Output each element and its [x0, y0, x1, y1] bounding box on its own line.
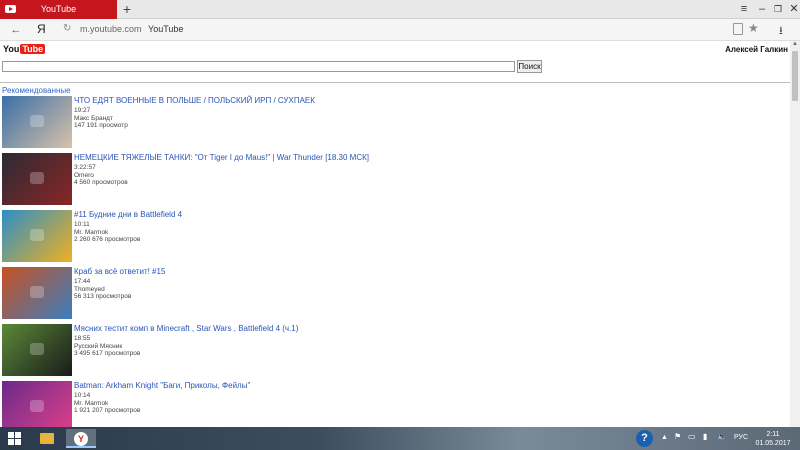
new-tab-button[interactable]: + — [120, 1, 134, 17]
back-arrow-icon[interactable]: ← — [8, 22, 24, 38]
video-duration: 10:11 — [74, 221, 90, 228]
language-indicator[interactable]: РУС — [734, 434, 748, 441]
play-icon — [30, 343, 44, 355]
clock[interactable]: 2:11 01.05.2017 — [752, 430, 794, 448]
clock-time: 2:11 — [766, 431, 780, 438]
logo-you: You — [3, 44, 20, 54]
video-thumbnail[interactable] — [2, 153, 72, 205]
video-title[interactable]: Краб за всё ответит! #15 — [74, 267, 165, 276]
video-title[interactable]: ЧТО ЕДЯТ ВОЕННЫЕ В ПОЛЬШЕ / ПОЛЬСКИЙ ИРП… — [74, 96, 315, 105]
video-title[interactable]: Мясних тестит комп в Minecraft , Star Wa… — [74, 324, 298, 333]
section-title[interactable]: Рекомендованные — [2, 86, 71, 95]
taskbar: Y ? ▲ ⚑ ▭ ▮ 🔈 РУС 2:11 01.05.2017 — [0, 427, 800, 450]
video-views: 1 921 207 просмотров — [74, 407, 141, 414]
star-icon[interactable]: ★ — [748, 21, 759, 35]
menu-icon[interactable]: ≡ — [736, 1, 752, 17]
video-views: 147 191 просмотр — [74, 122, 128, 129]
tab-youtube[interactable]: YouTube — [0, 0, 117, 19]
browser-tab-bar: YouTube + ≡ – ❐ ✕ — [0, 0, 800, 19]
video-item[interactable]: Краб за всё ответит! #15 17:44 Thomeyed 56 … — [2, 267, 702, 321]
flag-icon[interactable]: ⚑ — [674, 432, 681, 441]
download-icon[interactable]: ⭳ — [779, 22, 783, 41]
play-icon — [30, 400, 44, 412]
video-title[interactable]: НЕМЕЦКИЕ ТЯЖЕЛЫЕ ТАНКИ: "От Tiger I до M… — [74, 153, 369, 162]
yandex-browser-icon: Y — [74, 432, 88, 446]
taskbar-yandex-browser[interactable]: Y — [66, 429, 96, 448]
video-duration: 17:44 — [74, 278, 91, 285]
scrollbar[interactable]: ▲ — [790, 41, 800, 427]
page-content: You Tube Алексей Галкин Поиск Рекомендова… — [0, 41, 790, 427]
video-title[interactable]: Batman: Arkham Knight "Баги, Приколы, Фе… — [74, 381, 250, 390]
video-views: 56 313 просмотров — [74, 293, 132, 300]
video-thumbnail[interactable] — [2, 381, 72, 427]
video-channel: Mr. Marmok — [74, 399, 109, 407]
video-item[interactable]: #11 Будние дни в Battlefield 4 10:11 Mr. M… — [2, 210, 702, 264]
video-thumbnail[interactable] — [2, 96, 72, 148]
windows-start-icon[interactable] — [8, 432, 22, 446]
user-name[interactable]: Алексей Галкин — [725, 45, 788, 54]
minimize-icon[interactable]: – — [754, 1, 770, 17]
video-channel: Русский Мясник — [74, 342, 123, 350]
play-icon — [30, 229, 44, 241]
video-thumbnail[interactable] — [2, 210, 72, 262]
folder-icon — [40, 433, 54, 444]
close-icon[interactable]: ✕ — [786, 1, 800, 17]
volume-icon[interactable]: 🔈 — [717, 432, 727, 441]
reload-icon[interactable]: ↻ — [63, 23, 71, 34]
video-item[interactable]: НЕМЕЦКИЕ ТЯЖЕЛЫЕ ТАНКИ: "От Tiger I до M… — [2, 153, 702, 207]
battery-icon[interactable]: ▮ — [703, 432, 707, 441]
scrollbar-thumb[interactable] — [792, 51, 798, 101]
scroll-up-arrow-icon[interactable]: ▲ — [790, 41, 800, 49]
video-item[interactable]: ЧТО ЕДЯТ ВОЕННЫЕ В ПОЛЬШЕ / ПОЛЬСКИЙ ИРП… — [2, 96, 702, 150]
youtube-logo[interactable]: You Tube — [3, 44, 46, 54]
video-title[interactable]: #11 Будние дни в Battlefield 4 — [74, 210, 182, 219]
header-divider — [0, 82, 790, 83]
video-item[interactable]: Мясних тестит комп в Minecraft , Star Wa… — [2, 324, 702, 378]
search-button[interactable]: Поиск — [517, 60, 542, 73]
video-duration: 3:22:57 — [74, 164, 96, 171]
video-duration: 18:55 — [74, 335, 91, 342]
logo-tube: Tube — [20, 44, 46, 54]
video-thumbnail[interactable] — [2, 267, 72, 319]
url-page-title: YouTube — [148, 24, 184, 34]
video-views: 3 495 617 просмотров — [74, 350, 141, 357]
video-duration: 19:27 — [74, 107, 91, 114]
address-bar: ← Я ↻ m.youtube.com YouTube ★ ⭳ — [0, 19, 800, 41]
help-icon[interactable]: ? — [636, 430, 653, 447]
tab-title: YouTube — [40, 4, 77, 14]
video-channel: Omero — [74, 171, 94, 179]
yandex-button[interactable]: Я — [37, 22, 46, 36]
video-thumbnail[interactable] — [2, 324, 72, 376]
video-channel: Thomeyed — [74, 285, 105, 293]
video-views: 2 260 676 просмотров — [74, 236, 141, 243]
url-field[interactable]: m.youtube.com YouTube — [80, 24, 183, 34]
tray-expand-icon[interactable]: ▲ — [661, 434, 668, 441]
video-channel: Mr. Marmok — [74, 228, 109, 236]
play-icon — [30, 286, 44, 298]
video-channel: Макс Брандт — [74, 114, 113, 122]
network-icon[interactable]: ▭ — [688, 432, 696, 441]
restore-icon[interactable]: ❐ — [770, 1, 786, 17]
search-input[interactable] — [2, 61, 515, 72]
clock-date: 01.05.2017 — [755, 440, 791, 447]
taskbar-explorer[interactable] — [32, 429, 62, 448]
video-views: 4 560 просмотров — [74, 179, 128, 186]
play-icon — [30, 115, 44, 127]
video-item[interactable]: Batman: Arkham Knight "Баги, Приколы, Фе… — [2, 381, 702, 427]
page-protect-icon[interactable] — [733, 23, 743, 35]
video-duration: 10:14 — [74, 392, 91, 399]
url-host: m.youtube.com — [80, 24, 142, 34]
play-icon — [30, 172, 44, 184]
